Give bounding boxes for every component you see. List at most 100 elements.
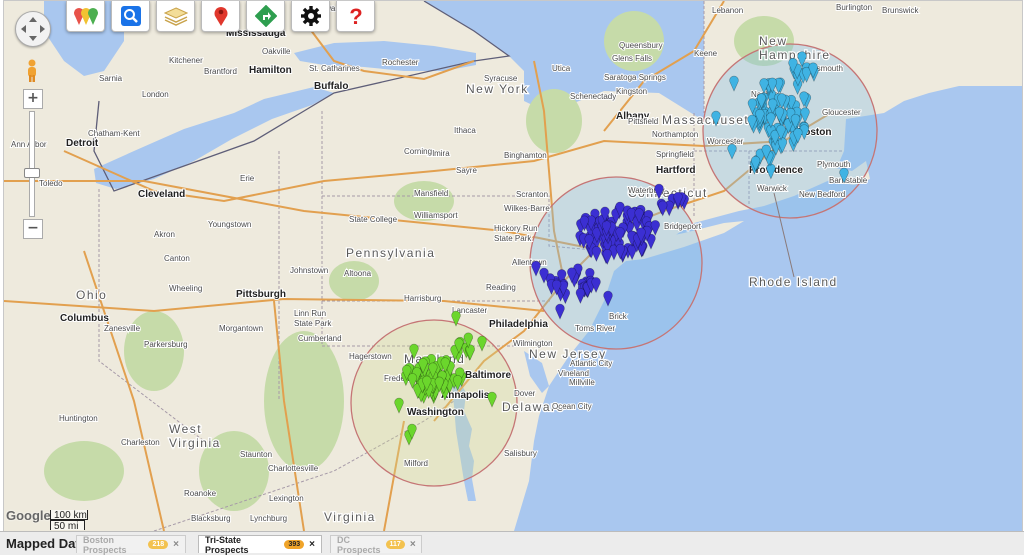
map-label-t-59: Parkersburg <box>144 340 188 349</box>
tab-tri-state-prospects[interactable]: Tri-State Prospects 393 × <box>198 535 322 555</box>
tab-label: DC Prospects <box>337 534 381 555</box>
map-label-t-82: Brunswick <box>882 6 919 15</box>
mapped-data-title: Mapped Data <box>6 536 87 551</box>
map-label-t-67: Hickory Run State Park <box>494 224 538 243</box>
map-label-r-oh: Ohio <box>76 288 107 302</box>
map-label-t-5: St. Catharines <box>309 64 360 73</box>
map-canvas[interactable]: New HampshireMassachusettsNew YorkConnect… <box>4 1 1022 531</box>
layers-tool-button[interactable] <box>156 1 195 32</box>
map-label-t-2: Oakville <box>262 47 291 56</box>
scale-bar: 100 km 50 mi <box>50 510 88 531</box>
map-label-c-hartford: Hartford <box>656 165 695 176</box>
map-label-t-41: Warwick <box>757 184 788 193</box>
map-label-t-14: Erie <box>240 174 255 183</box>
map-label-t-78: Cumberland <box>298 334 342 343</box>
map-label-t-23: Sayre <box>456 166 477 175</box>
map-frame[interactable]: New Hampshire Massachusetts New York Connect… <box>3 0 1023 531</box>
map-label-t-34: Vineland <box>558 369 589 378</box>
map-label-t-71: Burlington <box>836 3 872 12</box>
map-label-t-7: London <box>142 90 169 99</box>
tab-count-badge: 218 <box>148 540 169 549</box>
settings-tool-button[interactable] <box>291 1 330 32</box>
map-label-t-50: Keene <box>694 49 718 58</box>
map-label-t-37: Brick <box>609 312 628 321</box>
tab-boston-prospects[interactable]: Boston Prospects 218 × <box>76 534 186 555</box>
map-label-t-45: Barnstable <box>829 176 868 185</box>
zoom-control: + − <box>23 89 43 239</box>
markers-tool-button[interactable] <box>66 1 105 32</box>
map-toolbar: ? <box>66 1 375 32</box>
map-label-t-60: Huntington <box>59 414 98 423</box>
pegman-icon[interactable] <box>24 59 40 83</box>
map-label-t-80: Mansfield <box>414 189 448 198</box>
map-label-t-11: Akron <box>154 230 175 239</box>
pan-control-icon <box>21 17 45 41</box>
map-label-t-6: Sarnia <box>99 74 123 83</box>
map-label-t-61: Zanesville <box>104 324 141 333</box>
map-label-t-25: Wilkes-Barre <box>504 204 550 213</box>
zoom-slider-thumb[interactable] <box>24 168 40 178</box>
map-label-c-pittsburgh: Pittsburgh <box>236 289 286 300</box>
map-label-c-cleveland: Cleveland <box>138 189 185 200</box>
map-label-t-52: Hagerstown <box>349 352 392 361</box>
map-label-t-54: Salisbury <box>504 449 537 458</box>
directions-icon <box>254 5 277 27</box>
mapped-data-bar: Mapped Data Boston Prospects 218 × Tri-S… <box>0 531 1024 555</box>
tab-count-badge: 117 <box>385 540 405 549</box>
map-label-t-58: Wheeling <box>169 284 202 293</box>
map-label-t-8: Chatham-Kent <box>88 129 140 138</box>
map-label-t-4: Brantford <box>204 67 237 76</box>
map-label-t-20: Binghamton <box>504 151 547 160</box>
tab-count-badge: 393 <box>284 540 305 549</box>
gear-icon <box>300 6 321 26</box>
close-icon[interactable]: × <box>173 539 179 550</box>
map-label-t-53: Dover <box>514 389 536 398</box>
map-label-t-73: Lebanon <box>712 6 743 15</box>
help-tool-button[interactable]: ? <box>336 1 375 32</box>
map-label-r-ri: Rhode Island <box>749 275 838 289</box>
map-label-c-columbus: Columbus <box>60 313 109 324</box>
map-label-c-detroit: Detroit <box>66 138 99 149</box>
pan-control[interactable] <box>15 11 51 47</box>
help-icon: ? <box>349 5 362 27</box>
close-icon[interactable]: × <box>410 539 416 550</box>
scale-mi: 50 mi <box>50 520 85 531</box>
zoom-out-button[interactable]: − <box>23 219 43 239</box>
map-label-t-17: Utica <box>552 64 571 73</box>
map-label-t-31: Reading <box>486 283 516 292</box>
map-label-t-57: Morgantown <box>219 324 263 333</box>
close-icon[interactable]: × <box>309 539 315 550</box>
map-label-t-74: Atlantic City <box>570 359 612 368</box>
map-label-t-38: Bridgeport <box>664 222 702 231</box>
directions-tool-button[interactable] <box>246 1 285 32</box>
map-label-t-43: Plymouth <box>817 160 850 169</box>
map-label-t-12: Canton <box>164 254 190 263</box>
zoom-in-button[interactable]: + <box>23 89 43 109</box>
map-label-t-42: New Bedford <box>799 190 845 199</box>
map-label-t-27: State College <box>349 215 398 224</box>
map-label-r-ny: New York <box>466 82 529 96</box>
map-label-r-pa: Pennsylvania <box>346 246 435 260</box>
zoom-slider-track[interactable] <box>24 111 40 217</box>
map-label-t-39: Springfield <box>656 150 694 159</box>
search-tool-button[interactable] <box>111 1 150 32</box>
svg-text:?: ? <box>349 5 362 27</box>
map-label-t-35: Millville <box>569 378 595 387</box>
map-label-t-46: Northampton <box>652 130 698 139</box>
markers-icon <box>73 8 98 26</box>
pin-tool-button[interactable] <box>201 1 240 32</box>
map-label-t-77: Staunton <box>240 450 272 459</box>
map-label-t-19: Ithaca <box>454 126 476 135</box>
tab-label: Boston Prospects <box>83 534 127 555</box>
tab-dc-prospects[interactable]: DC Prospects 117 × <box>330 534 422 555</box>
map-pin-icon <box>214 7 227 26</box>
map-label-t-29: Harrisburg <box>404 294 441 303</box>
map-label-t-79: Johnstown <box>290 266 328 275</box>
map-label-t-75: Ocean City <box>552 402 592 411</box>
map-label-t-64: Roanoke <box>184 489 217 498</box>
map-label-c-baltimore: Baltimore <box>465 370 512 381</box>
map-label-r-va: Virginia <box>324 510 376 524</box>
map-label-t-72: Kingston <box>616 87 647 96</box>
map-label-t-40: Worcester <box>707 137 744 146</box>
map-label-t-16: Syracuse <box>484 74 518 83</box>
